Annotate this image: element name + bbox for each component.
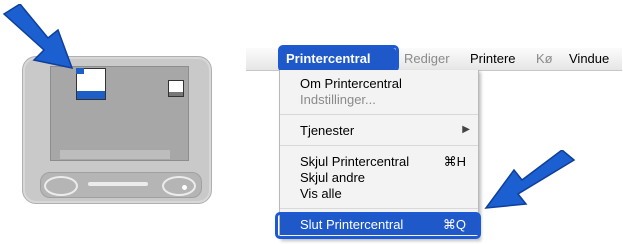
trash-icon	[168, 80, 184, 97]
pointer-arrow-icon	[484, 150, 576, 209]
submenu-arrow-icon: ▶	[462, 124, 470, 135]
finder-hard-disk-icon	[76, 68, 106, 100]
menu-separator	[280, 145, 478, 146]
power-led-icon	[182, 185, 187, 190]
speaker-right-icon	[162, 176, 196, 196]
menu-item-show-all[interactable]: Vis alle	[280, 186, 478, 202]
menu-item-hide-app[interactable]: Skjul Printercentral ⌘H	[280, 154, 478, 170]
menubar-item-vindue[interactable]: Vindue	[569, 51, 609, 66]
menu-separator	[280, 114, 478, 115]
speaker-left-icon	[44, 176, 78, 196]
dock-bar	[60, 150, 170, 159]
menu-item-preferences[interactable]: Indstillinger...	[280, 92, 478, 108]
menu-item-about[interactable]: Om Printercentral	[280, 76, 478, 92]
menu-item-hide-others[interactable]: Skjul andre	[280, 170, 478, 186]
callout-highlight-menu-title	[278, 45, 399, 72]
menu-separator	[280, 208, 478, 209]
shortcut-label: ⌘H	[443, 154, 466, 169]
menubar-item-printere[interactable]: Printere	[470, 51, 516, 66]
callout-highlight-quit	[275, 212, 481, 239]
menubar-item-ko[interactable]: Kø	[536, 51, 553, 66]
disc-slot-icon	[88, 182, 148, 186]
pointer-arrow-icon	[2, 4, 74, 70]
menubar-item-rediger[interactable]: Rediger	[404, 51, 450, 66]
menu-item-services[interactable]: Tjenester ▶	[280, 123, 478, 139]
